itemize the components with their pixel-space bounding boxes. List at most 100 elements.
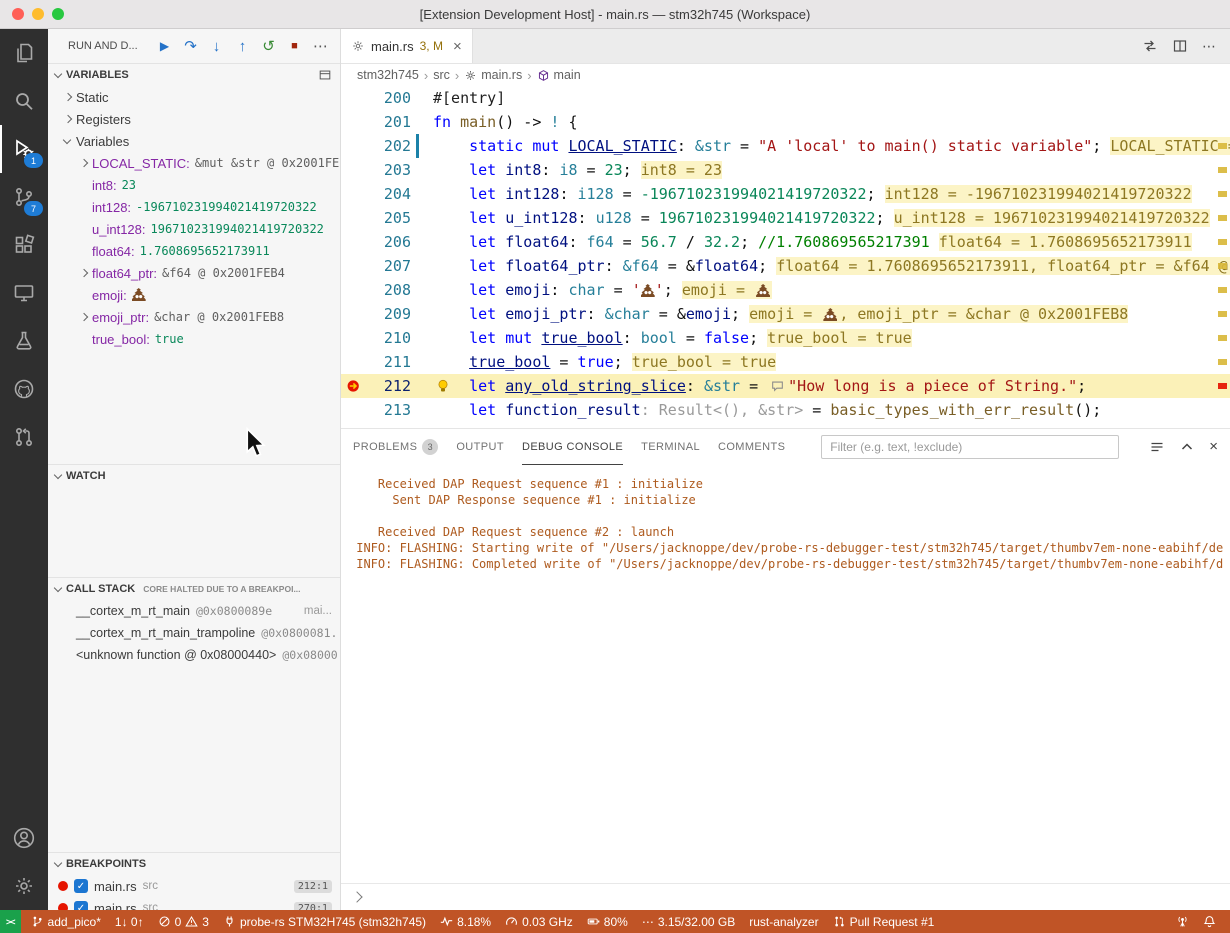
code-content[interactable]: static mut LOCAL_STATIC: &str = "A 'loca… [433,134,1230,158]
breakpoint-slot[interactable] [341,398,367,422]
code-content[interactable]: true_bool = true; true_bool = true [433,350,1230,374]
call-stack-frame[interactable]: __cortex_m_rt_main_trampoline@0x0800081.… [48,622,340,644]
variable-row-int128[interactable]: int128:-196710231994021419720322 [48,196,340,218]
breadcrumb-item-stm32h745[interactable]: stm32h745 [357,68,419,82]
activity-source-control[interactable]: 7 [0,173,48,221]
status-rust-analyzer[interactable]: rust-analyzer [749,915,818,929]
code-line-200[interactable]: 200#[entry] [341,86,1230,110]
activity-testing[interactable] [0,317,48,365]
variable-row-emoji_ptr[interactable]: emoji_ptr:&char @ 0x2001FEB8 [48,306,340,328]
variables-section-header[interactable]: VARIABLES [48,64,340,86]
breadcrumb-item-main[interactable]: main [537,68,581,82]
sidebar-title[interactable]: RUN AND D... [68,40,138,52]
stop-icon[interactable]: ■ [285,37,304,56]
variables-group-variables[interactable]: Variables [48,130,340,152]
close-tab-icon[interactable]: × [453,39,462,54]
variable-row-float64[interactable]: float64:1.7608695652173911 [48,240,340,262]
status-problems[interactable]: 03 [158,915,209,929]
code-content[interactable]: let float64: f64 = 56.7 / 32.2; //1.7608… [433,230,1230,254]
status-battery[interactable]: 80% [587,915,628,929]
code-line-209[interactable]: 209 let emoji_ptr: &char = &emoji; emoji… [341,302,1230,326]
debug-views-icon[interactable] [318,68,332,82]
lines-icon[interactable] [1149,439,1165,455]
close-window-button[interactable] [12,8,24,20]
lightbulb-icon[interactable] [435,378,451,394]
code-content[interactable]: let u_int128: u128 = 1967102319940214197… [433,206,1230,230]
panel-tab-problems[interactable]: PROBLEMS3 [353,429,438,465]
call-stack-frame[interactable]: <unknown function @ 0x08000440>@0x08000.… [48,644,340,666]
activity-explorer[interactable] [0,29,48,77]
code-line-210[interactable]: 210 let mut true_bool: bool = false; tru… [341,326,1230,350]
status-pull-request[interactable]: Pull Request #1 [833,915,935,929]
panel-tab-terminal[interactable]: TERMINAL [641,429,700,465]
continue-icon[interactable]: ▶ [155,37,174,56]
variables-group-static[interactable]: Static [48,86,340,108]
breadcrumb-item-src[interactable]: src [433,68,450,82]
step-out-icon[interactable]: ↑ [233,37,252,56]
call-stack-frame[interactable]: __cortex_m_rt_main@0x0800089emai... [48,600,340,622]
status-ports[interactable] [1176,915,1189,928]
breakpoint-slot[interactable] [341,254,367,278]
breadcrumb-item-main-rs[interactable]: main.rs [464,68,522,82]
breakpoint-slot[interactable] [341,278,367,302]
code-line-208[interactable]: 208 let emoji: char = ''; emoji = [341,278,1230,302]
activity-search[interactable] [0,77,48,125]
overview-ruler[interactable] [1216,86,1230,428]
split-editor-icon[interactable] [1172,38,1188,54]
status-sync[interactable]: 1↓ 0↑ [115,915,144,929]
status-memory[interactable]: ⋯3.15/32.00 GB [642,915,735,929]
activity-pull-requests[interactable] [0,413,48,461]
breakpoint-slot[interactable] [341,302,367,326]
code-line-204[interactable]: 204 let int128: i128 = -1967102319940214… [341,182,1230,206]
more-icon[interactable]: ⋯ [1202,38,1216,55]
code-line-211[interactable]: 211 true_bool = true; true_bool = true [341,350,1230,374]
breakpoint-slot[interactable] [341,110,367,134]
step-over-icon[interactable]: ↷ [181,37,200,56]
tab-main-rs[interactable]: main.rs 3, M × [341,29,473,63]
restart-icon[interactable]: ↺ [259,37,278,56]
code-content[interactable]: let any_old_string_slice: &str = "How lo… [433,374,1230,398]
variable-row-true_bool[interactable]: true_bool:true [48,328,340,350]
breakpoint-slot[interactable] [341,230,367,254]
code-line-201[interactable]: 201fn main() -> ! { [341,110,1230,134]
code-editor[interactable]: 200#[entry]201fn main() -> ! {202 static… [341,86,1230,429]
variable-row-float64_ptr[interactable]: float64_ptr:&f64 @ 0x2001FEB4 [48,262,340,284]
call-stack-section-header[interactable]: CALL STACK CORE HALTED DUE TO A BREAKPOI… [48,578,340,600]
breakpoint-slot[interactable] [341,326,367,350]
activity-github[interactable] [0,365,48,413]
panel-tab-comments[interactable]: COMMENTS [718,429,785,465]
variable-row-u_int128[interactable]: u_int128:196710231994021419720322 [48,218,340,240]
remote-indicator[interactable]: >< [0,910,21,933]
code-line-207[interactable]: 207 let float64_ptr: &f64 = &float64; fl… [341,254,1230,278]
status-branch[interactable]: add_pico* [31,915,101,929]
variable-row-emoji[interactable]: emoji: [48,284,340,306]
code-line-212[interactable]: 212 let any_old_string_slice: &str = "Ho… [341,374,1230,398]
activity-accounts[interactable] [0,814,48,862]
code-content[interactable]: fn main() -> ! { [433,110,1230,134]
filter-input[interactable] [821,435,1119,459]
more-icon[interactable]: ⋯ [311,37,330,56]
status-debug-session[interactable]: probe-rs STM32H745 (stm32h745) [223,915,426,929]
zoom-window-button[interactable] [52,8,64,20]
breakpoint-row[interactable]: ✓main.rssrc212:1 [48,875,340,897]
variables-group-registers[interactable]: Registers [48,108,340,130]
code-content[interactable]: let emoji: char = ''; emoji = [433,278,1230,302]
step-into-icon[interactable]: ↓ [207,37,226,56]
breakpoint-slot[interactable] [341,374,367,398]
code-content[interactable]: let function_result: Result<(), &str> = … [433,398,1230,422]
code-content[interactable]: #[entry] [433,86,1230,110]
code-content[interactable]: let int128: i128 = -19671023199402141972… [433,182,1230,206]
variable-row-int8[interactable]: int8:23 [48,174,340,196]
panel-tab-debug-console[interactable]: DEBUG CONSOLE [522,429,623,465]
activity-remote-explorer[interactable] [0,269,48,317]
activity-extensions[interactable] [0,221,48,269]
variable-row-local_static[interactable]: LOCAL_STATIC:&mut &str @ 0x2001FE78 [48,152,340,174]
breakpoint-slot[interactable] [341,134,367,158]
minimize-window-button[interactable] [32,8,44,20]
breakpoint-slot[interactable] [341,158,367,182]
breakpoints-section-header[interactable]: BREAKPOINTS [48,853,340,875]
breakpoint-slot[interactable] [341,182,367,206]
code-content[interactable]: let float64_ptr: &f64 = &float64; float6… [433,254,1230,278]
breakpoint-slot[interactable] [341,86,367,110]
open-changes-icon[interactable] [1142,38,1158,54]
